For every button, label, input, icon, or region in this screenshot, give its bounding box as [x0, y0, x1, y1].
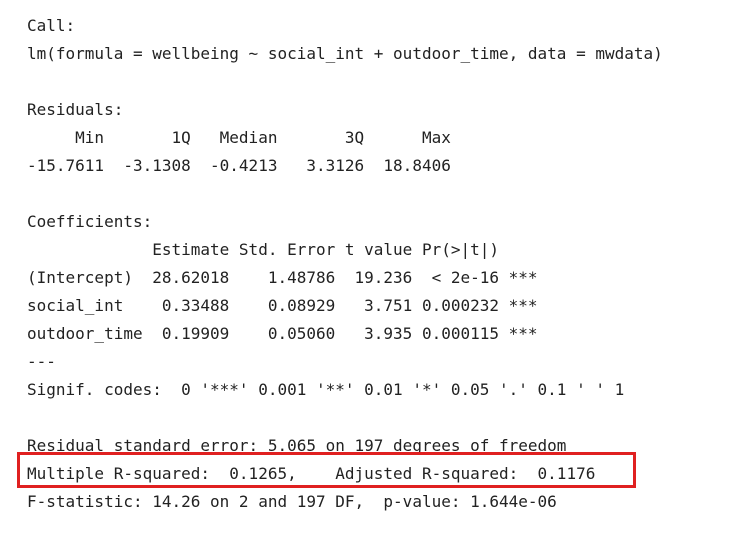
residuals-values: -15.7611 -3.1308 -0.4213 3.3126 18.8406 [27, 156, 461, 175]
coefficient-row-outdoor-time: outdoor_time 0.19909 0.05060 3.935 0.000… [27, 324, 538, 343]
residuals-header: Residuals: [27, 100, 124, 119]
separator-line: --- [27, 352, 56, 371]
call-header: Call: [27, 16, 76, 35]
f-statistic-line: F-statistic: 14.26 on 2 and 197 DF, p-va… [27, 492, 557, 511]
coefficients-header: Coefficients: [27, 212, 153, 231]
signif-codes: Signif. codes: 0 '***' 0.001 '**' 0.01 '… [27, 380, 625, 399]
r-squared-highlight-box [17, 452, 636, 488]
coefficient-row-intercept: (Intercept) 28.62018 1.48786 19.236 < 2e… [27, 268, 538, 287]
call-formula: lm(formula = wellbeing ~ social_int + ou… [27, 44, 663, 63]
residuals-labels: Min 1Q Median 3Q Max [27, 128, 461, 147]
coefficient-row-social-int: social_int 0.33488 0.08929 3.751 0.00023… [27, 296, 538, 315]
regression-summary-output: Call: lm(formula = wellbeing ~ social_in… [27, 12, 663, 516]
coefficients-column-headers: Estimate Std. Error t value Pr(>|t|) [27, 240, 538, 259]
